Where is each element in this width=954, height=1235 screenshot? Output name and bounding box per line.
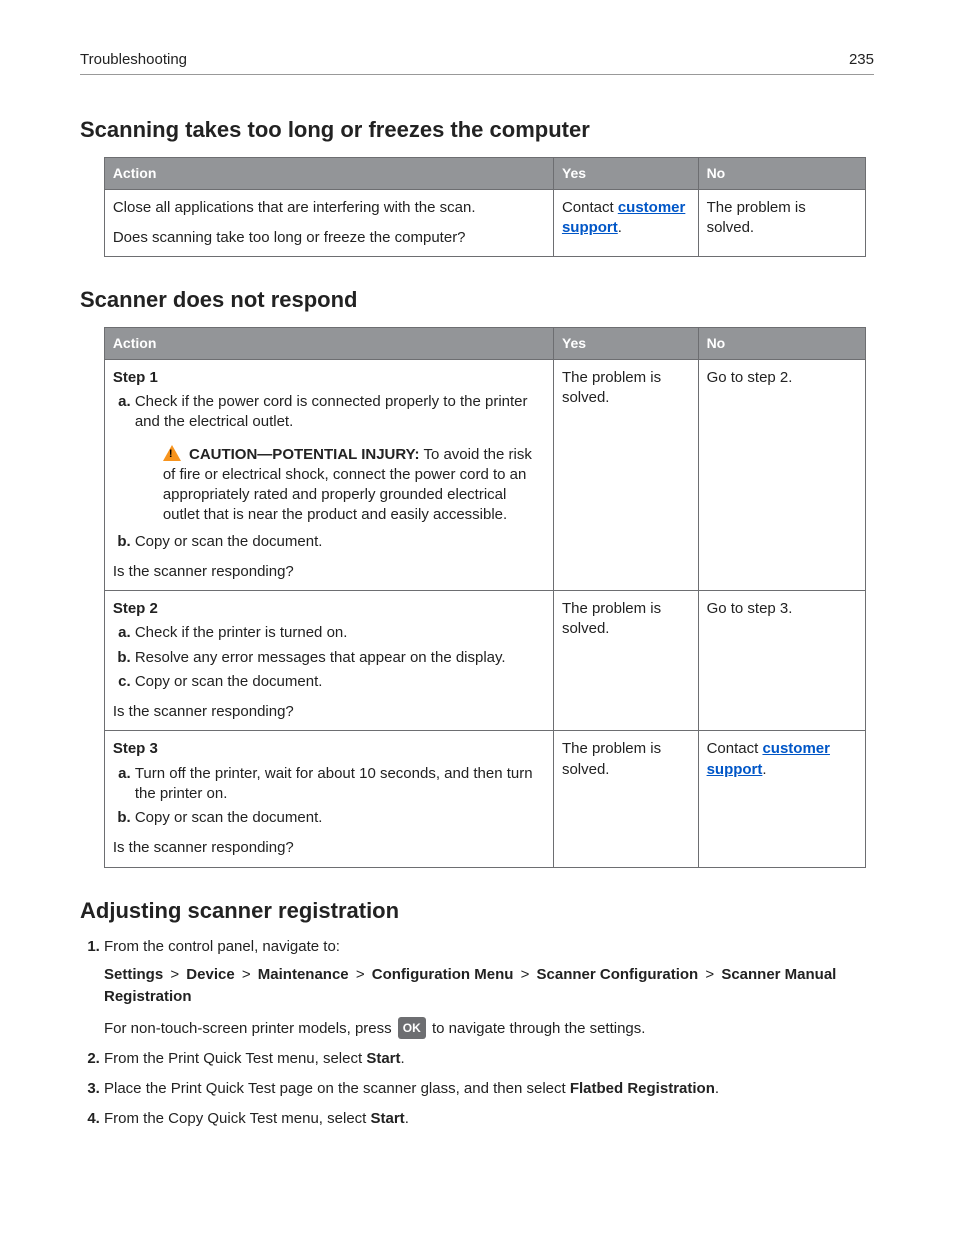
heading-adjusting-registration: Adjusting scanner registration	[80, 896, 874, 926]
path-item: Maintenance	[258, 966, 349, 983]
question-text: Is the scanner responding?	[113, 838, 545, 858]
step3-post: .	[715, 1080, 719, 1097]
ok-button-icon: OK	[398, 1017, 426, 1039]
step3-pre: Place the Print Quick Test page on the s…	[104, 1080, 570, 1097]
list-item: Place the Print Quick Test page on the s…	[104, 1079, 874, 1099]
non-touch-note: For non-touch-screen printer models, pre…	[104, 1017, 874, 1039]
path-item: Settings	[104, 966, 163, 983]
step-label: Step 1	[113, 369, 158, 386]
step-label: Step 2	[113, 600, 158, 617]
table-scanner-no-respond: Action Yes No Step 1 Check if the power …	[104, 327, 866, 868]
cell-yes: The problem is solved.	[553, 359, 698, 590]
list-item: Turn off the printer, wait for about 10 …	[135, 764, 545, 805]
caution-label: CAUTION—POTENTIAL INJURY:	[189, 446, 420, 463]
table-row: Step 3 Turn off the printer, wait for ab…	[104, 731, 865, 867]
path-item: Configuration Menu	[372, 966, 514, 983]
section-name: Troubleshooting	[80, 50, 187, 70]
no-text-pre: Contact	[707, 740, 763, 757]
th-yes: Yes	[553, 328, 698, 360]
path-sep: >	[242, 966, 251, 983]
cell-no: Contact customer support.	[698, 731, 865, 867]
step1-a: Check if the power cord is connected pro…	[135, 393, 528, 430]
step4-post: .	[405, 1110, 409, 1127]
yes-text-pre: Contact	[562, 199, 618, 216]
yes-text-post: .	[618, 219, 622, 236]
cell-action: Step 1 Check if the power cord is connec…	[104, 359, 553, 590]
cell-no: The problem is solved.	[698, 189, 865, 257]
th-action: Action	[104, 157, 553, 189]
table-scanning-freeze: Action Yes No Close all applications tha…	[104, 157, 866, 257]
step1-intro: From the control panel, navigate to:	[104, 938, 340, 955]
heading-scanning-freeze: Scanning takes too long or freezes the c…	[80, 115, 874, 145]
path-item: Scanner Configuration	[537, 966, 699, 983]
page-number: 235	[849, 50, 874, 70]
menu-path: Settings > Device > Maintenance > Config…	[104, 964, 874, 1009]
list-item: Copy or scan the document.	[135, 532, 545, 552]
step-label: Step 3	[113, 740, 158, 757]
step3-bold: Flatbed Registration	[570, 1080, 715, 1097]
path-sep: >	[521, 966, 530, 983]
step2-pre: From the Print Quick Test menu, select	[104, 1050, 366, 1067]
cell-yes: Contact customer support.	[553, 189, 698, 257]
list-item: From the control panel, navigate to: Set…	[104, 937, 874, 1039]
list-item: Check if the printer is turned on.	[135, 623, 545, 643]
page-header: Troubleshooting 235	[80, 50, 874, 75]
cell-yes: The problem is solved.	[553, 591, 698, 731]
note-post: to navigate through the settings.	[428, 1020, 646, 1037]
table-row: Close all applications that are interfer…	[104, 189, 865, 257]
action-line: Close all applications that are interfer…	[113, 198, 545, 218]
table-row: Step 1 Check if the power cord is connec…	[104, 359, 865, 590]
cell-action: Step 3 Turn off the printer, wait for ab…	[104, 731, 553, 867]
steps-list: From the control panel, navigate to: Set…	[80, 937, 874, 1129]
table-row: Step 2 Check if the printer is turned on…	[104, 591, 865, 731]
path-item: Device	[186, 966, 234, 983]
question-text: Is the scanner responding?	[113, 702, 545, 722]
caution-block: CAUTION—POTENTIAL INJURY: To avoid the r…	[135, 445, 545, 526]
caution-icon	[163, 445, 181, 461]
list-item: Resolve any error messages that appear o…	[135, 648, 545, 668]
list-item: From the Print Quick Test menu, select S…	[104, 1049, 874, 1069]
cell-yes: The problem is solved.	[553, 731, 698, 867]
cell-no: Go to step 3.	[698, 591, 865, 731]
path-sep: >	[705, 966, 714, 983]
step2-bold: Start	[366, 1050, 400, 1067]
path-sep: >	[356, 966, 365, 983]
step4-pre: From the Copy Quick Test menu, select	[104, 1110, 371, 1127]
cell-action: Step 2 Check if the printer is turned on…	[104, 591, 553, 731]
th-action: Action	[104, 328, 553, 360]
no-text-post: .	[762, 761, 766, 778]
question-text: Is the scanner responding?	[113, 562, 545, 582]
question-text: Does scanning take too long or freeze th…	[113, 228, 545, 248]
step2-post: .	[401, 1050, 405, 1067]
list-item: Copy or scan the document.	[135, 672, 545, 692]
th-yes: Yes	[553, 157, 698, 189]
list-item: From the Copy Quick Test menu, select St…	[104, 1109, 874, 1129]
note-pre: For non-touch-screen printer models, pre…	[104, 1020, 396, 1037]
cell-action: Close all applications that are interfer…	[104, 189, 553, 257]
list-item: Check if the power cord is connected pro…	[135, 392, 545, 526]
list-item: Copy or scan the document.	[135, 808, 545, 828]
cell-no: Go to step 2.	[698, 359, 865, 590]
th-no: No	[698, 328, 865, 360]
heading-scanner-no-respond: Scanner does not respond	[80, 285, 874, 315]
step4-bold: Start	[371, 1110, 405, 1127]
path-sep: >	[170, 966, 179, 983]
th-no: No	[698, 157, 865, 189]
